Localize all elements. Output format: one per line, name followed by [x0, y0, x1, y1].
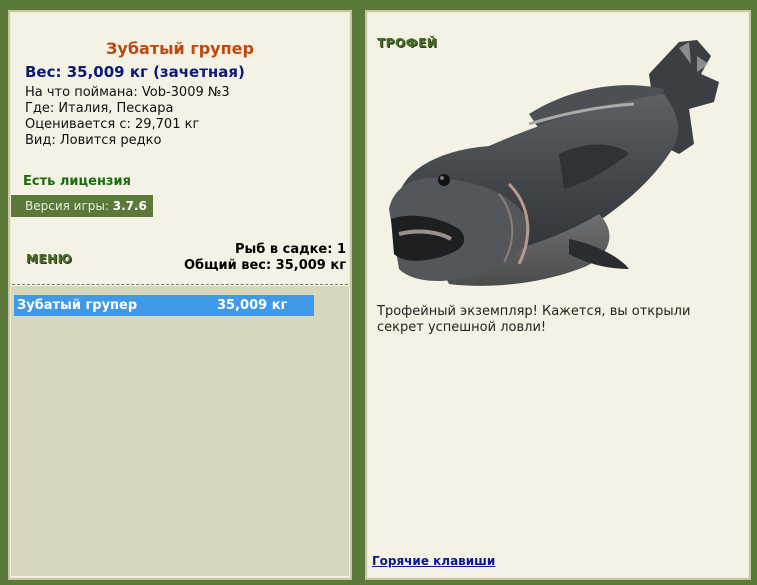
total-weight: Общий вес: 35,009 кг — [183, 258, 346, 273]
hotkeys-link[interactable]: Горячие клавиши — [372, 554, 495, 568]
value-info: Оценивается с: 29,701 кг — [25, 117, 200, 132]
fish-image — [389, 40, 719, 286]
bait-info: На что поймана: Vob-3009 №3 — [25, 85, 230, 100]
trophy-message: Трофейный экземпляр! Кажется, вы открыли… — [377, 304, 691, 335]
version-label: Версия игры: — [25, 199, 109, 213]
fish-count: Рыб в садке: 1 — [234, 242, 346, 257]
fish-weight: Вес: 35,009 кг (зачетная) — [25, 63, 245, 81]
license-status: Есть лицензия — [23, 174, 131, 189]
trophy-panel: ТРОФЕЙ Трофейный экземпляр! Кажется, вы … — [365, 10, 751, 580]
catch-weight: 35,009 кг — [217, 298, 288, 313]
menu-button[interactable]: МЕНЮ — [26, 252, 72, 266]
game-version: Версия игры: 3.7.6 — [11, 195, 153, 217]
divider — [12, 284, 348, 285]
fish-info-panel: Зубатый групер Вес: 35,009 кг (зачетная)… — [8, 10, 352, 580]
rarity-info: Вид: Ловится редко — [25, 133, 162, 148]
fish-title: Зубатый групер — [106, 39, 254, 58]
trophy-label: ТРОФЕЙ — [377, 36, 438, 50]
catch-list: Зубатый групер 35,009 кг — [11, 286, 349, 576]
catch-list-item[interactable]: Зубатый групер 35,009 кг — [14, 295, 314, 316]
catch-name: Зубатый групер — [17, 298, 138, 313]
version-value: 3.7.6 — [112, 199, 147, 213]
keepnet-stats: Рыб в садке: 1 Общий вес: 35,009 кг — [184, 242, 346, 274]
location-info: Где: Италия, Пескара — [25, 101, 174, 116]
